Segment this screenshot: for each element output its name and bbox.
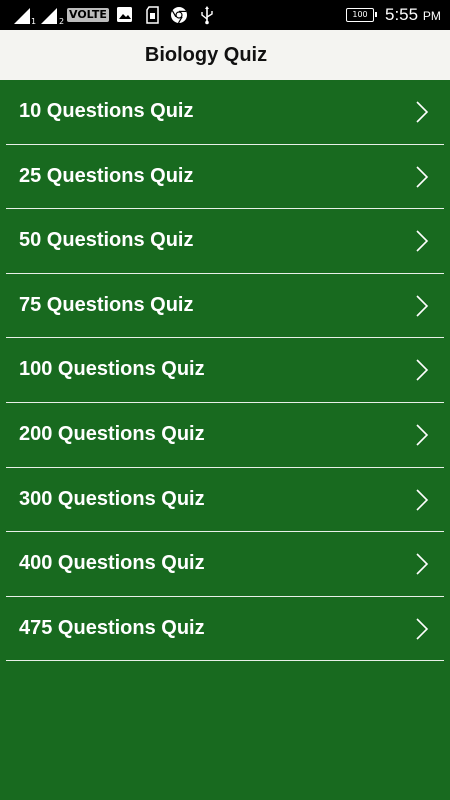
sim1-label: 1 <box>31 17 37 26</box>
quiz-item-label: 400 Questions Quiz <box>19 552 205 575</box>
chevron-right-icon <box>414 552 430 576</box>
quiz-item-label: 300 Questions Quiz <box>19 487 205 510</box>
chevron-right-icon <box>414 100 430 124</box>
chevron-right-icon <box>414 488 430 512</box>
quiz-item-50[interactable]: 50 Questions Quiz <box>6 209 444 274</box>
quiz-item-200[interactable]: 200 Questions Quiz <box>6 403 444 468</box>
quiz-item-label: 475 Questions Quiz <box>19 616 205 639</box>
quiz-item-label: 50 Questions Quiz <box>19 229 194 252</box>
chevron-right-icon <box>414 165 430 189</box>
clock: 5:55 PM <box>385 5 441 25</box>
quiz-item-label: 200 Questions Quiz <box>19 422 205 445</box>
page-title: Biology Quiz <box>144 44 268 66</box>
quiz-item-475[interactable]: 475 Questions Quiz <box>6 597 444 662</box>
signal-strength-icon <box>14 8 30 24</box>
volte-badge: VOLTE <box>67 8 109 22</box>
quiz-list: 10 Questions Quiz 25 Questions Quiz 50 Q… <box>6 80 444 662</box>
quiz-item-25[interactable]: 25 Questions Quiz <box>6 145 444 210</box>
image-icon <box>116 6 133 28</box>
chevron-right-icon <box>414 358 430 382</box>
chrome-icon <box>170 6 188 29</box>
quiz-item-label: 10 Questions Quiz <box>19 100 194 122</box>
quiz-item-label: 25 Questions Quiz <box>19 164 194 187</box>
clock-time: 5:55 <box>385 5 419 24</box>
signal-strength-icon <box>41 8 57 24</box>
chevron-right-icon <box>414 617 430 641</box>
quiz-item-400[interactable]: 400 Questions Quiz <box>6 532 444 597</box>
chevron-right-icon <box>414 423 430 447</box>
usb-icon <box>200 6 214 30</box>
sim2-label: 2 <box>59 17 65 26</box>
clock-ampm: PM <box>422 9 441 23</box>
quiz-item-75[interactable]: 75 Questions Quiz <box>6 274 444 339</box>
quiz-item-10[interactable]: 10 Questions Quiz <box>6 80 444 145</box>
quiz-item-label: 75 Questions Quiz <box>19 293 194 316</box>
chevron-right-icon <box>414 294 430 318</box>
sd-card-icon <box>146 6 159 29</box>
status-bar: 1 2 VOLTE 100 5:55 PM <box>0 0 450 30</box>
chevron-right-icon <box>414 229 430 253</box>
battery-icon: 100 <box>346 8 377 22</box>
quiz-item-label: 100 Questions Quiz <box>19 358 205 381</box>
quiz-item-300[interactable]: 300 Questions Quiz <box>6 468 444 533</box>
app-bar: Biology Quiz <box>0 30 450 80</box>
quiz-item-100[interactable]: 100 Questions Quiz <box>6 338 444 403</box>
